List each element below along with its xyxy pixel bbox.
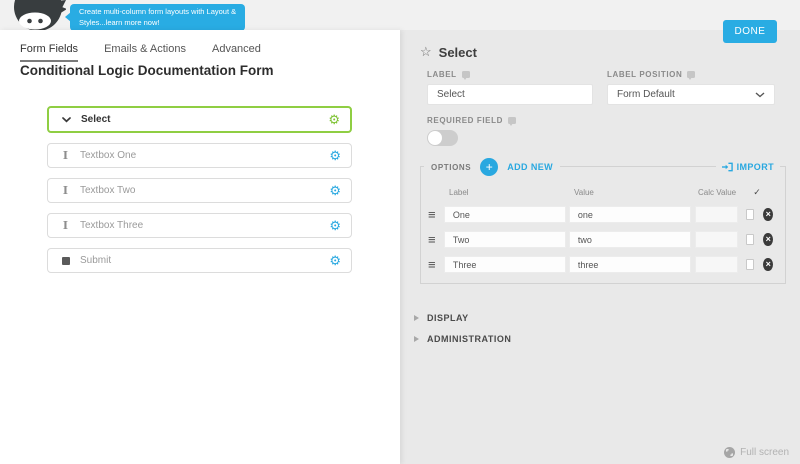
option-label-input[interactable] bbox=[444, 256, 566, 273]
options-table-header: Label Value Calc Value ✓ bbox=[421, 187, 785, 198]
promo-tooltip[interactable]: Create multi-column form layouts with La… bbox=[70, 4, 245, 31]
import-button[interactable]: IMPORT bbox=[716, 157, 780, 177]
options-header: OPTIONS + ADD NEW bbox=[424, 157, 560, 177]
column-header-calc-value: Calc Value bbox=[698, 188, 745, 197]
delete-option-icon[interactable]: × bbox=[763, 208, 773, 221]
field-label: Submit bbox=[80, 255, 111, 266]
import-label: IMPORT bbox=[737, 162, 774, 172]
option-row: ≡ × bbox=[421, 206, 785, 223]
option-selected-checkbox[interactable] bbox=[746, 259, 755, 270]
option-label-input[interactable] bbox=[444, 231, 566, 248]
tab-advanced[interactable]: Advanced bbox=[212, 43, 261, 62]
field-settings-title: ☆ Select bbox=[420, 44, 477, 60]
label-position-value: Form Default bbox=[617, 89, 675, 100]
tab-form-fields[interactable]: Form Fields bbox=[20, 43, 78, 62]
label-position-setting-label: LABEL POSITION bbox=[607, 70, 695, 79]
gear-icon[interactable]: ⚙ bbox=[329, 149, 341, 162]
field-row-textbox-one[interactable]: I Textbox One ⚙ bbox=[47, 143, 352, 168]
field-label: Textbox One bbox=[80, 150, 136, 161]
display-section-toggle[interactable]: DISPLAY bbox=[414, 313, 469, 323]
drag-handle-icon[interactable]: ≡ bbox=[428, 233, 437, 246]
field-settings-title-text: Select bbox=[439, 45, 477, 60]
help-tooltip-icon[interactable] bbox=[687, 71, 695, 78]
administration-section-toggle[interactable]: ADMINISTRATION bbox=[414, 334, 511, 344]
ninja-forms-logo-icon bbox=[8, 0, 66, 30]
field-row-select[interactable]: Select ⚙ bbox=[47, 106, 352, 133]
triangle-right-icon bbox=[414, 315, 419, 321]
import-icon bbox=[722, 162, 733, 172]
top-bar: Create multi-column form layouts with La… bbox=[0, 0, 800, 30]
triangle-right-icon bbox=[414, 336, 419, 342]
text-cursor-icon: I bbox=[58, 219, 73, 232]
delete-option-icon[interactable]: × bbox=[763, 258, 773, 271]
field-label: Select bbox=[81, 114, 110, 125]
label-position-select[interactable]: Form Default bbox=[607, 84, 775, 105]
help-tooltip-icon[interactable] bbox=[462, 71, 470, 78]
gear-icon[interactable]: ⚙ bbox=[328, 113, 340, 126]
text-cursor-icon: I bbox=[58, 149, 73, 162]
submit-button-icon bbox=[58, 257, 73, 265]
add-new-button[interactable]: ADD NEW bbox=[507, 162, 553, 172]
column-header-value: Value bbox=[572, 188, 698, 197]
promo-tooltip-line1: Create multi-column form layouts with La… bbox=[79, 7, 236, 18]
option-calc-input[interactable] bbox=[695, 206, 738, 223]
option-calc-input[interactable] bbox=[695, 231, 738, 248]
star-icon[interactable]: ☆ bbox=[420, 44, 432, 60]
gear-icon[interactable]: ⚙ bbox=[329, 184, 341, 197]
required-field-toggle[interactable] bbox=[427, 130, 458, 146]
field-label: Textbox Two bbox=[80, 185, 135, 196]
column-header-selected-check: ✓ bbox=[745, 187, 769, 198]
field-row-textbox-three[interactable]: I Textbox Three ⚙ bbox=[47, 213, 352, 238]
help-tooltip-icon[interactable] bbox=[508, 117, 516, 124]
administration-section-label: ADMINISTRATION bbox=[427, 334, 511, 344]
option-row: ≡ × bbox=[421, 256, 785, 273]
option-selected-checkbox[interactable] bbox=[746, 234, 755, 245]
tab-emails-actions[interactable]: Emails & Actions bbox=[104, 43, 186, 62]
form-builder-panel: Form Fields Emails & Actions Advanced Co… bbox=[0, 30, 400, 464]
chevron-down-icon bbox=[59, 117, 74, 123]
options-legend: OPTIONS bbox=[431, 163, 471, 172]
builder-tabs: Form Fields Emails & Actions Advanced bbox=[20, 43, 261, 62]
drag-handle-icon[interactable]: ≡ bbox=[428, 208, 437, 221]
done-button[interactable]: DONE bbox=[723, 20, 777, 43]
option-label-input[interactable] bbox=[444, 206, 566, 223]
option-value-input[interactable] bbox=[569, 231, 691, 248]
options-section: OPTIONS + ADD NEW IMPORT Label Value Cal… bbox=[420, 166, 786, 284]
gear-icon[interactable]: ⚙ bbox=[329, 219, 341, 232]
full-screen-icon bbox=[724, 447, 735, 458]
option-row: ≡ × bbox=[421, 231, 785, 248]
text-cursor-icon: I bbox=[58, 184, 73, 197]
promo-tooltip-line2: Styles...learn more now! bbox=[79, 18, 236, 29]
field-label: Textbox Three bbox=[80, 220, 143, 231]
option-calc-input[interactable] bbox=[695, 256, 738, 273]
form-title: Conditional Logic Documentation Form bbox=[20, 63, 274, 78]
required-field-label: REQUIRED FIELD bbox=[427, 116, 516, 125]
label-input[interactable] bbox=[427, 84, 593, 105]
toggle-knob bbox=[428, 131, 442, 145]
field-list: Select ⚙ I Textbox One ⚙ I Textbox Two ⚙… bbox=[47, 106, 352, 283]
full-screen-button[interactable]: Full screen bbox=[724, 447, 789, 458]
chevron-down-icon bbox=[755, 92, 765, 98]
option-value-input[interactable] bbox=[569, 256, 691, 273]
full-screen-label: Full screen bbox=[740, 447, 789, 458]
label-setting-label: LABEL bbox=[427, 70, 470, 79]
column-header-label: Label bbox=[447, 188, 572, 197]
delete-option-icon[interactable]: × bbox=[763, 233, 773, 246]
drag-handle-icon[interactable]: ≡ bbox=[428, 258, 437, 271]
option-selected-checkbox[interactable] bbox=[746, 209, 755, 220]
display-section-label: DISPLAY bbox=[427, 313, 469, 323]
field-row-textbox-two[interactable]: I Textbox Two ⚙ bbox=[47, 178, 352, 203]
gear-icon[interactable]: ⚙ bbox=[329, 254, 341, 267]
add-option-icon[interactable]: + bbox=[480, 158, 498, 176]
option-value-input[interactable] bbox=[569, 206, 691, 223]
field-row-submit[interactable]: Submit ⚙ bbox=[47, 248, 352, 273]
